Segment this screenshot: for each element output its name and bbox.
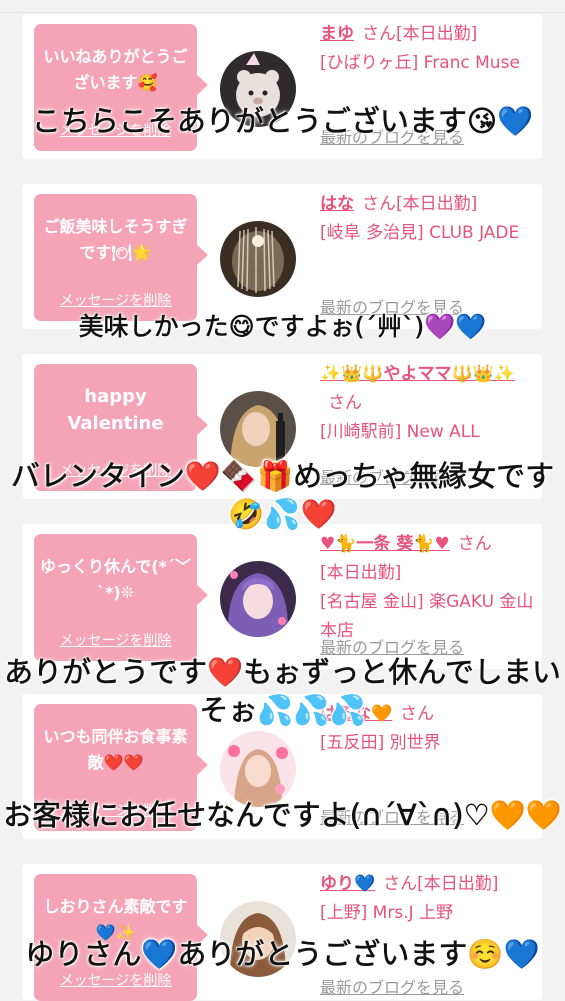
sent-message-bubble: ゆっくり休んで(*´﹀`*)❊ メッセージを削除 — [34, 534, 208, 661]
message-text: happy Valentine — [67, 386, 164, 434]
overlay-caption: こちらこそありがとうございます😘💙 — [31, 104, 534, 139]
shop-name: [ひばりヶ丘] Franc Muse — [320, 53, 520, 73]
overlay-caption: バレンタイン❤️🍫🎁めっちゃ無縁女です🤣💦❤️ — [10, 459, 555, 532]
work-status: [本日出勤] — [396, 194, 478, 214]
honorific: さん — [383, 874, 418, 894]
avatar-photo — [220, 221, 296, 297]
work-status: [本日出勤] — [417, 874, 499, 894]
work-status: [本日出勤] — [320, 563, 402, 583]
shop-name: [五反田] 別世界 — [320, 733, 441, 753]
avatar-photo — [220, 391, 296, 467]
avatar-photo — [220, 561, 296, 637]
overlay-caption: お客様にお任せなんですよ(∩´∀`∩)♡🧡🧡 — [3, 798, 562, 833]
cast-info: まゆ さん[本日出勤] [ひばりヶ丘] Franc Muse — [320, 20, 534, 78]
delete-message-link[interactable]: メッセージを削除 — [34, 290, 197, 310]
cast-info: ✨👑🔱やよママ🔱👑✨ さん [川崎駅前] New ALL — [320, 360, 534, 447]
message-card: しおりさん素敵です💙✨ メッセージを削除 ゆり💙 さん[本日出勤] [上野] Mr… — [22, 864, 542, 1001]
cast-name-link[interactable]: まゆ — [320, 24, 354, 44]
honorific: さん — [362, 24, 396, 44]
cast-name-link[interactable]: はな — [320, 194, 354, 214]
avatar[interactable] — [220, 221, 296, 297]
honorific: さん — [328, 393, 362, 413]
overlay-caption: ゆりさん💙ありがとうございます☺️💙 — [25, 937, 540, 972]
cast-info: ゆり💙 さん[本日出勤] [上野] Mrs.J 上野 — [320, 870, 534, 928]
shop-name: [岐阜 多治見] CLUB JADE — [320, 223, 520, 243]
avatar[interactable] — [220, 561, 296, 637]
work-status: [本日出勤] — [396, 24, 478, 44]
message-text: ご飯美味しそうすぎです🍽🌟 — [43, 217, 188, 262]
message-text: ゆっくり休んで(*´﹀`*)❊ — [40, 557, 191, 602]
avatar[interactable] — [220, 391, 296, 467]
shop-name: [川崎駅前] New ALL — [320, 422, 480, 442]
sent-message-bubble: ご飯美味しそうすぎです🍽🌟 メッセージを削除 — [34, 194, 208, 321]
honorific: さん — [362, 194, 396, 214]
delete-message-link[interactable]: メッセージを削除 — [34, 630, 197, 650]
honorific: さん — [457, 534, 492, 554]
cast-name-link[interactable]: ✨👑🔱やよママ🔱👑✨ — [320, 364, 515, 384]
cast-info: はな さん[本日出勤] [岐阜 多治見] CLUB JADE — [320, 190, 534, 248]
cast-name-link[interactable]: ゆり💙 — [320, 874, 375, 894]
overlay-caption: ありがとうです❤️もぉずっと休んでしまいそぉ💦💦💦 — [4, 655, 561, 728]
delete-message-link[interactable]: メッセージを削除 — [34, 970, 197, 990]
cast-info: ♥🐈一条 葵🐈♥ さん [本日出勤] [名古屋 金山] 楽GAKU 金山本店 — [320, 530, 534, 646]
cast-name-link[interactable]: ♥🐈一条 葵🐈♥ — [320, 534, 450, 554]
message-card: ゆっくり休んで(*´﹀`*)❊ メッセージを削除 ♥🐈一条 葵🐈♥ さん [本日出… — [22, 524, 542, 669]
shop-name: [上野] Mrs.J 上野 — [320, 903, 454, 923]
latest-blog-link[interactable]: 最新のブログを見る — [320, 974, 464, 998]
overlay-caption: 美味しかった😋ですよぉ(´艸`)💜💙 — [78, 312, 487, 342]
top-divider — [0, 12, 565, 13]
